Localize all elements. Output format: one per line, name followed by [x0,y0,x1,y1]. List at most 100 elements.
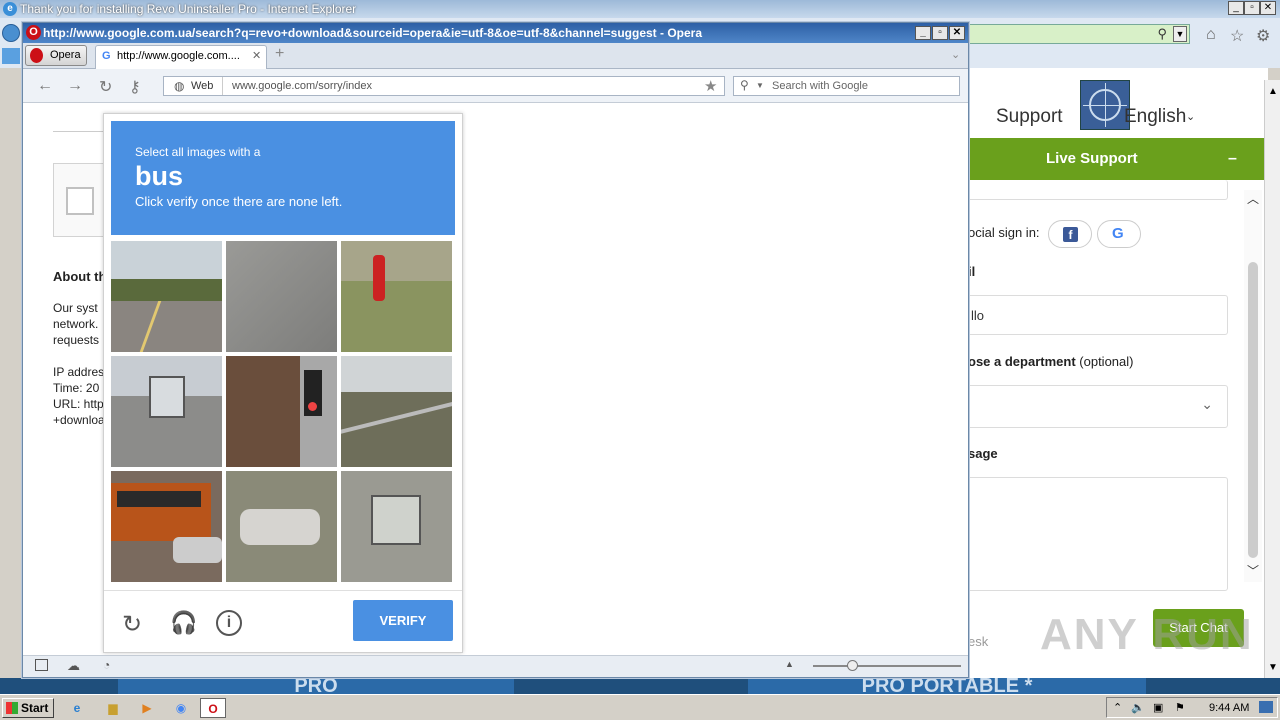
chevron-down-icon[interactable]: ▼ [756,81,764,90]
clock[interactable]: 9:44 AM [1209,702,1249,714]
close-tab-icon[interactable]: ✕ [252,49,261,62]
captcha-tile-asphalt-road[interactable] [226,241,337,352]
recaptcha-checkbox-box [53,163,105,237]
divider [222,77,223,95]
live-support-scrollbar[interactable]: ︿ ﹀ [1244,190,1262,582]
address-bar[interactable]: ◍ Web www.google.com/sorry/index ★ [163,76,725,96]
minimize-icon[interactable]: _ [915,26,931,40]
department-label-optional: (optional) [1079,354,1134,369]
captcha-tile-bridge-guardrail[interactable] [341,356,452,467]
ie-taskbar-icon[interactable]: e [64,698,90,718]
folder-taskbar-icon[interactable]: ▆ [100,698,126,718]
chevron-down-icon[interactable]: ⌄ [951,48,960,61]
ie-scrollbar[interactable]: ▲ ▼ [1264,80,1280,678]
para-line: requests [53,333,100,347]
zoom-menu-icon[interactable]: ▲ [785,659,794,669]
email-field[interactable]: llo [960,295,1228,335]
gear-icon[interactable]: ⚙ [1256,26,1270,46]
cloud-icon[interactable]: ☁ [67,658,80,674]
bookmark-star-icon[interactable]: ★ [704,77,717,95]
chevron-up-icon[interactable]: ▲ [1268,86,1278,97]
back-arrow-icon[interactable]: ← [37,77,53,95]
maximize-icon[interactable]: ▫ [1244,1,1260,15]
flag-icon[interactable]: ⚑ [1175,701,1185,714]
close-icon[interactable]: ✕ [949,26,965,40]
chevron-up-icon[interactable]: ︿ [1247,190,1259,207]
network-icon[interactable]: ▣ [1153,701,1163,714]
chevron-down-icon[interactable]: ﹀ [1247,562,1259,579]
nav-support[interactable]: Support [996,106,1063,128]
key-icon[interactable]: ⚷ [129,77,141,97]
url-text[interactable]: www.google.com/sorry/index [232,80,372,92]
speed-dial-icon[interactable]: ◔ [103,658,110,672]
captcha-tile-traffic-light[interactable] [226,356,337,467]
opera-logo-icon [30,48,43,63]
info-icon[interactable]: i [216,610,242,636]
recaptcha-checkbox[interactable] [66,187,94,215]
forward-arrow-icon[interactable]: → [67,77,83,95]
opera-taskbar-icon[interactable]: O [200,698,226,718]
zoom-slider[interactable] [813,665,961,667]
windows-logo-icon [6,702,18,714]
captcha-tile-highway-bus[interactable] [111,356,222,467]
star-icon[interactable]: ☆ [1230,26,1244,46]
new-tab-icon[interactable]: + [275,45,284,63]
para-line: network. [53,317,99,331]
captcha-tile-road-palm-trees[interactable] [111,241,222,352]
banner-pro[interactable]: PRO [118,678,514,694]
nav-language[interactable]: English [1124,106,1186,128]
panel-toggle-icon[interactable] [35,659,48,671]
search-field[interactable]: ⚲ ▼ Search with Google [733,76,960,96]
captcha-tile-school-bus[interactable] [111,471,222,582]
ie-tab-icon[interactable] [2,48,20,64]
show-desktop-icon[interactable] [1259,701,1273,713]
footer-link[interactable]: esk [968,634,988,649]
maximize-icon[interactable]: ▫ [932,26,948,40]
globe-icon: ◍ [174,79,185,93]
reload-icon[interactable]: ↻ [99,77,112,97]
ip-line: Time: 20 [53,381,100,395]
google-icon: G [1112,225,1124,242]
start-button[interactable]: Start [2,698,54,718]
name-field[interactable] [960,180,1228,200]
scroll-thumb[interactable] [1248,262,1258,558]
captcha-tile-fire-hydrant[interactable] [341,241,452,352]
chevron-down-icon[interactable]: ▼ [1173,26,1187,42]
google-signin-button[interactable]: G [1097,220,1141,248]
search-icon[interactable]: ⚲ [1157,26,1167,42]
message-textarea[interactable] [960,477,1228,591]
volume-icon[interactable]: 🔈 [1131,701,1145,714]
page-content: About th Our syst network. requests IP a… [23,103,968,655]
minimize-icon[interactable]: _ [1228,1,1244,15]
zoom-slider-thumb[interactable] [847,660,858,671]
chrome-taskbar-icon[interactable]: ◉ [168,698,194,718]
back-icon[interactable] [2,24,20,42]
chevron-down-icon[interactable]: ▼ [1268,662,1278,673]
web-label[interactable]: Web [191,80,213,92]
opera-menu-button[interactable]: Opera [25,45,87,66]
captcha-tile-parked-car[interactable] [226,471,337,582]
opera-window: O http://www.google.com.ua/search?q=revo… [22,22,969,678]
minimize-icon[interactable]: – [1228,138,1237,180]
social-signin-label: ocial sign in: [968,225,1040,240]
opera-tab[interactable]: G http://www.google.com.... ✕ [95,45,267,69]
media-player-taskbar-icon[interactable]: ▶ [134,698,160,718]
close-icon[interactable]: ✕ [1260,1,1276,15]
ie-icon: e [3,2,17,16]
system-tray: ⌃ 🔈 ▣ ⚑ 9:44 AM [1106,697,1278,718]
captcha-tile-street-van[interactable] [341,471,452,582]
email-label: il [968,264,976,279]
crosshair-icon [1080,80,1130,130]
headphones-icon[interactable]: 🎧 [170,610,198,638]
department-select[interactable]: ⌄ [960,385,1228,428]
reload-icon[interactable]: ↻ [122,610,150,638]
google-favicon-icon: G [102,50,111,62]
verify-button[interactable]: VERIFY [353,600,453,641]
home-icon[interactable]: ⌂ [1206,26,1216,44]
chevron-down-icon[interactable]: ⌄ [1186,110,1195,123]
banner-pro-portable[interactable]: PRO PORTABLE * [748,678,1146,694]
facebook-button[interactable]: f [1048,220,1092,248]
ie-address-bar[interactable]: ⚲ ▼ [968,24,1190,44]
live-support-header[interactable]: Live Support – [968,138,1264,180]
chevron-up-icon[interactable]: ⌃ [1113,701,1122,714]
